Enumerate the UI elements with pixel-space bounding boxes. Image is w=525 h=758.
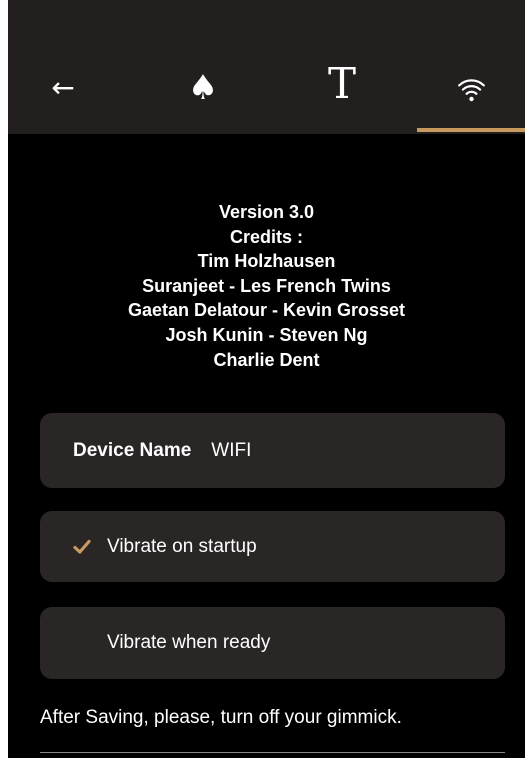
credit-line: Tim Holzhausen (197, 251, 336, 272)
device-name-field[interactable]: Device Name WIFI (40, 413, 505, 488)
tab-cards[interactable]: ♠ (168, 54, 238, 134)
back-button[interactable]: ← (28, 54, 98, 134)
divider (40, 752, 505, 753)
device-name-label: Device Name (73, 439, 192, 461)
credit-line: Gaetan Delatour - Kevin Grosset (127, 300, 406, 321)
vibrate-startup-label: Vibrate on startup (107, 535, 257, 557)
active-tab-indicator (417, 128, 525, 132)
top-tab-bar: ← ♠ T (8, 0, 525, 134)
credit-line: Suranjeet - Les French Twins (142, 275, 391, 296)
vibrate-ready-option[interactable]: Vibrate when ready (40, 607, 505, 679)
checkmark-icon (73, 538, 91, 556)
credit-line: Josh Kunin - Steven Ng (165, 324, 368, 345)
spade-icon: ♠ (187, 68, 219, 108)
wifi-icon (457, 78, 485, 102)
vibrate-startup-option[interactable]: Vibrate on startup (40, 511, 505, 582)
credits-block: Version 3.0 Credits : Tim Holzhausen Sur… (8, 200, 525, 372)
credit-line: Charlie Dent (213, 349, 320, 370)
save-note: After Saving, please, turn off your gimm… (40, 707, 402, 728)
credits-heading: Credits : (229, 226, 303, 247)
vibrate-ready-label: Vibrate when ready (107, 632, 271, 653)
app-screen: ← ♠ T Version 3.0 Credits : Tim Holzhaus… (8, 0, 525, 758)
tab-text[interactable]: T (306, 54, 378, 134)
device-name-value[interactable]: WIFI (211, 440, 251, 462)
back-arrow-icon: ← (51, 71, 75, 104)
tab-wifi[interactable] (417, 54, 525, 134)
version-text: Version 3.0 (218, 202, 315, 222)
text-icon: T (327, 59, 356, 108)
